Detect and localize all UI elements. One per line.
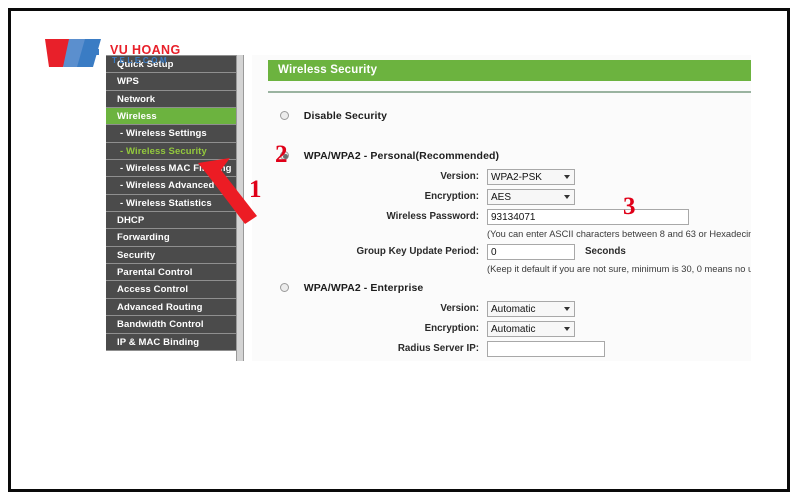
field-enterprise-encryption: Encryption: Automatic (287, 321, 727, 338)
annotation-step-1: 1 (249, 176, 262, 203)
group-key-update-period-input[interactable] (487, 244, 575, 260)
sidebar-item-wireless[interactable]: Wireless (106, 108, 236, 126)
field-personal-encryption: Encryption: AES (287, 189, 727, 206)
sidebar-item-label: Forwarding (117, 232, 170, 244)
option-disable-security[interactable]: Disable Security (280, 110, 387, 122)
sidebar-item-forwarding[interactable]: Forwarding (106, 229, 236, 247)
wireless-password-hint: (You can enter ASCII characters between … (487, 229, 751, 239)
main-content-panel: Wireless Security Disable Security WPA/W… (252, 55, 751, 361)
enterprise-encryption-select[interactable]: Automatic (487, 321, 575, 337)
field-radius-server-ip: Radius Server IP: (287, 341, 727, 358)
group-key-unit-label: Seconds (585, 246, 626, 257)
wireless-password-input[interactable] (487, 209, 689, 225)
personal-version-select[interactable]: WPA2-PSK (487, 169, 575, 185)
sidebar-item-label: Access Control (117, 284, 189, 296)
sidebar-item-label: Advanced Routing (117, 301, 203, 313)
personal-encryption-select[interactable]: AES (487, 189, 575, 205)
sidebar-item-network[interactable]: Network (106, 90, 236, 109)
sidebar-item-label: Parental Control (117, 267, 193, 279)
sidebar-item-label: - Wireless Security (120, 145, 207, 157)
sidebar-item-security[interactable]: Security (106, 246, 236, 265)
field-label: Encryption: (424, 323, 479, 334)
sidebar-item-advanced-routing[interactable]: Advanced Routing (106, 298, 236, 317)
group-key-hint: (Keep it default if you are not sure, mi… (487, 264, 751, 274)
page-title-label: Wireless Security (278, 64, 378, 76)
sidebar-item-label: Network (117, 93, 156, 105)
field-label: Encryption: (424, 191, 479, 202)
sidebar-item-label: - Wireless Settings (120, 128, 207, 140)
sidebar-item-label: Bandwidth Control (117, 319, 204, 331)
option-disable-security-label: Disable Security (303, 110, 388, 122)
field-label: Version: (440, 171, 479, 182)
field-label: Version: (440, 303, 479, 314)
vh-logo-icon (45, 39, 101, 67)
sidebar-item-label: DHCP (117, 215, 145, 227)
sidebar-item-bandwidth-control[interactable]: Bandwidth Control (106, 316, 236, 334)
sidebar-item-wireless-settings[interactable]: - Wireless Settings (106, 125, 236, 143)
radius-server-ip-input[interactable] (487, 341, 605, 357)
option-wpa-enterprise-label: WPA/WPA2 - Enterprise (303, 282, 424, 294)
title-divider (268, 91, 751, 93)
field-wireless-password: Wireless Password: (287, 209, 727, 226)
field-group-key-update-period: Group Key Update Period: Seconds (287, 244, 727, 261)
field-personal-version: Version: WPA2-PSK (287, 169, 727, 186)
annotation-step-2: 2 (275, 141, 288, 168)
sidebar-item-label: Security (117, 249, 156, 261)
sidebar-item-label: IP & MAC Binding (117, 336, 200, 348)
sidebar-item-ip-mac-binding[interactable]: IP & MAC Binding (106, 333, 236, 351)
brand-tagline: TELECOM (112, 56, 170, 65)
annotation-step-3: 3 (623, 193, 636, 220)
brand-name: VU HOANG (110, 43, 181, 57)
page-title: Wireless Security (268, 60, 751, 81)
option-wpa-enterprise[interactable]: WPA/WPA2 - Enterprise (280, 282, 423, 294)
sidebar-item-label: Wireless (117, 111, 157, 123)
router-admin-screenshot: Quick Setup WPS Network Wireless - Wirel… (11, 11, 751, 361)
field-label: Wireless Password: (386, 211, 479, 222)
field-label: Radius Server IP: (397, 343, 479, 354)
image-border-frame: Quick Setup WPS Network Wireless - Wirel… (8, 8, 790, 492)
brand-logo: VU HOANG TELECOM (43, 37, 223, 79)
option-wpa-personal-label: WPA/WPA2 - Personal(Recommended) (303, 150, 500, 162)
radio-wpa-enterprise[interactable] (280, 283, 289, 292)
sidebar-item-access-control[interactable]: Access Control (106, 281, 236, 299)
sidebar-item-parental-control[interactable]: Parental Control (106, 264, 236, 282)
enterprise-version-select[interactable]: Automatic (487, 301, 575, 317)
field-label: Group Key Update Period: (356, 246, 479, 257)
option-wpa-personal[interactable]: WPA/WPA2 - Personal(Recommended) (280, 150, 499, 162)
radio-disable-security[interactable] (280, 111, 289, 120)
field-enterprise-version: Version: Automatic (287, 301, 727, 318)
